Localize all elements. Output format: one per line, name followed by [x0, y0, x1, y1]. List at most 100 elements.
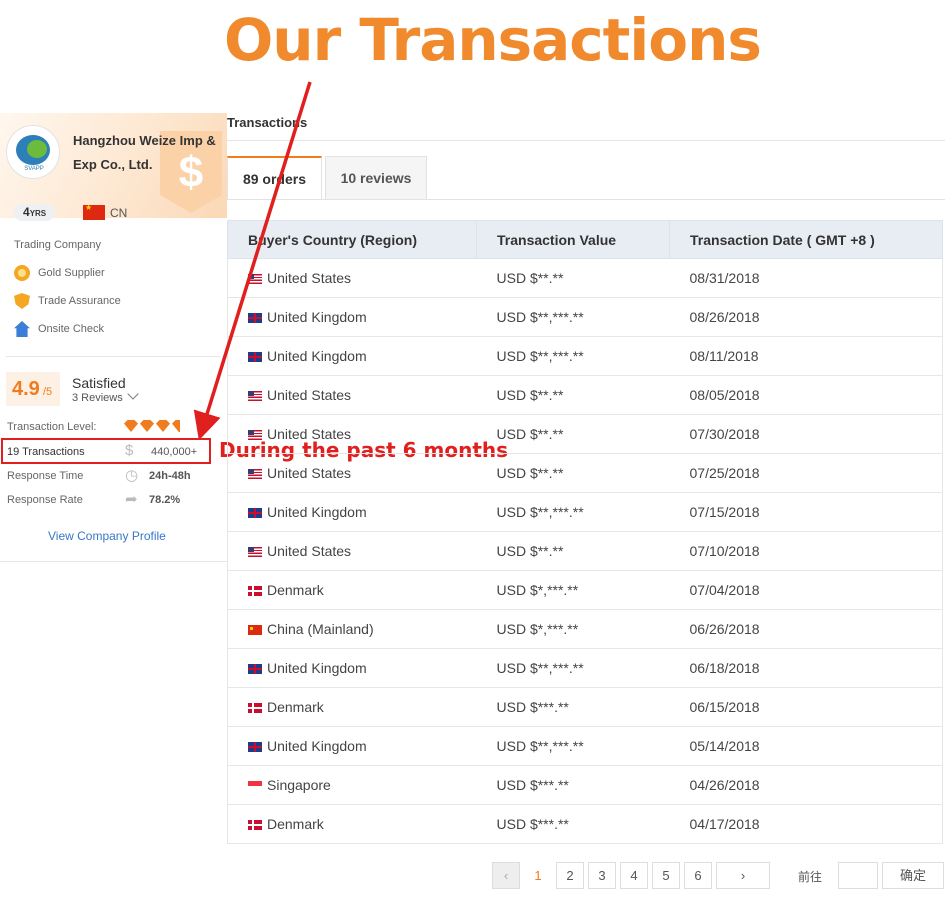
country-name: United Kingdom	[267, 504, 367, 520]
response-rate-label: Response Rate	[7, 494, 83, 506]
date-cell: 08/26/2018	[669, 297, 943, 337]
value-cell: USD $*,***.**	[476, 609, 670, 649]
response-rate-value: 78.2%	[149, 494, 181, 506]
country-cell: United Kingdom	[227, 336, 477, 376]
page-button-5[interactable]: 5	[652, 862, 680, 889]
column-header-country: Buyer's Country (Region)	[227, 220, 477, 259]
years-badge: 4YRS	[14, 204, 56, 221]
page-button-4[interactable]: 4	[620, 862, 648, 889]
date-cell: 07/04/2018	[669, 570, 943, 610]
country-name: United Kingdom	[267, 738, 367, 754]
table-row: United States USD $**.** 07/30/2018	[227, 414, 943, 454]
page-button-3[interactable]: 3	[588, 862, 616, 889]
table-row: United States USD $**.** 08/31/2018	[227, 258, 943, 298]
country-name: Denmark	[267, 699, 324, 715]
country-name: Denmark	[267, 816, 324, 832]
country-cell: United Kingdom	[227, 492, 477, 532]
dk-flag-icon	[248, 703, 262, 713]
table-row: United Kingdom USD $**,***.** 08/11/2018	[227, 336, 943, 376]
goto-page-input[interactable]	[838, 862, 878, 889]
dk-flag-icon	[248, 820, 262, 830]
value-cell: USD $**,***.**	[476, 492, 670, 532]
gb-flag-icon	[248, 742, 262, 752]
reviews-dropdown[interactable]: 3 Reviews	[72, 388, 139, 404]
us-flag-icon	[248, 430, 262, 440]
page-button-6[interactable]: 6	[684, 862, 712, 889]
tab-reviews[interactable]: 10 reviews	[325, 156, 427, 200]
gold-supplier-icon	[14, 265, 30, 281]
reply-arrow-icon: ➦	[125, 491, 138, 508]
value-cell: USD $**.**	[476, 375, 670, 415]
gb-flag-icon	[248, 664, 262, 674]
table-row: United Kingdom USD $**,***.** 05/14/2018	[227, 726, 943, 766]
country-cell: China (Mainland)	[227, 609, 477, 649]
country-name: United Kingdom	[267, 660, 367, 676]
half-diamond-icon	[172, 420, 180, 432]
next-page-button[interactable]: ›	[716, 862, 770, 889]
value-cell: USD $**,***.**	[476, 648, 670, 688]
date-cell: 07/10/2018	[669, 531, 943, 571]
company-country: CN	[110, 206, 128, 220]
divider	[6, 356, 220, 357]
prev-page-button[interactable]: ‹	[492, 862, 520, 889]
cn-flag-icon	[248, 625, 262, 635]
company-logo[interactable]: SVAPP	[6, 125, 60, 179]
tab-orders[interactable]: 89 orders	[227, 156, 322, 200]
date-cell: 08/05/2018	[669, 375, 943, 415]
value-cell: USD $**,***.**	[476, 297, 670, 337]
value-cell: USD $**.**	[476, 531, 670, 571]
country-cell: United Kingdom	[227, 648, 477, 688]
country-cell: United Kingdom	[227, 297, 477, 337]
column-header-value: Transaction Value	[476, 220, 670, 259]
transaction-level-diamonds	[124, 419, 182, 437]
years-unit: YRS	[29, 209, 47, 218]
value-cell: USD $*,***.**	[476, 570, 670, 610]
date-cell: 05/14/2018	[669, 726, 943, 766]
tabs-underline	[227, 199, 945, 200]
gb-flag-icon	[248, 508, 262, 518]
date-cell: 08/31/2018	[669, 258, 943, 298]
date-cell: 04/26/2018	[669, 765, 943, 805]
supplier-card: $ SVAPP Hangzhou Weize Imp & Exp Co., Lt…	[0, 113, 227, 562]
response-time-value: 24h-48h	[149, 470, 191, 482]
rating-label: Satisfied	[72, 375, 126, 391]
reviews-count: 3 Reviews	[72, 392, 123, 404]
us-flag-icon	[248, 274, 262, 284]
table-row: Denmark USD $***.** 04/17/2018	[227, 804, 943, 844]
country-name: United States	[267, 387, 352, 403]
date-cell: 07/15/2018	[669, 492, 943, 532]
diamond-icon	[156, 420, 170, 432]
country-cell: United States	[227, 453, 477, 493]
trade-assurance-label: Trade Assurance	[38, 295, 121, 307]
table-row: United Kingdom USD $**,***.** 07/15/2018	[227, 492, 943, 532]
highlight-box	[1, 438, 211, 464]
country-cell: United Kingdom	[227, 726, 477, 766]
table-row: Denmark USD $***.** 06/15/2018	[227, 687, 943, 727]
years-value: 4	[23, 205, 30, 219]
us-flag-icon	[248, 391, 262, 401]
gold-supplier-label: Gold Supplier	[38, 267, 105, 279]
logo-text: SVAPP	[24, 166, 44, 172]
page-button-2[interactable]: 2	[556, 862, 584, 889]
transaction-level-label: Transaction Level:	[7, 421, 97, 433]
country-name: United States	[267, 543, 352, 559]
table-body: United States USD $**.** 08/31/2018 United …	[227, 258, 943, 844]
country-cell: Denmark	[227, 687, 477, 727]
date-cell: 06/18/2018	[669, 648, 943, 688]
table-row: China (Mainland) USD $*,***.** 06/26/2018	[227, 609, 943, 649]
company-name[interactable]: Hangzhou Weize Imp & Exp Co., Ltd.	[73, 129, 218, 177]
column-header-date: Transaction Date ( GMT +8 )	[669, 220, 943, 259]
goto-label: 前往	[798, 870, 823, 884]
divider	[227, 140, 945, 141]
date-cell: 06/26/2018	[669, 609, 943, 649]
rating-score-box: 4.9 /5	[6, 372, 60, 406]
gb-flag-icon	[248, 313, 262, 323]
country-name: Singapore	[267, 777, 331, 793]
chevron-down-icon	[127, 388, 139, 400]
confirm-button[interactable]: 确定	[882, 862, 944, 889]
country-name: United Kingdom	[267, 348, 367, 364]
diamond-icon	[124, 420, 138, 432]
country-name: United States	[267, 465, 352, 481]
view-company-profile-link[interactable]: View Company Profile	[48, 529, 166, 543]
page-button-1[interactable]: 1	[524, 862, 552, 889]
